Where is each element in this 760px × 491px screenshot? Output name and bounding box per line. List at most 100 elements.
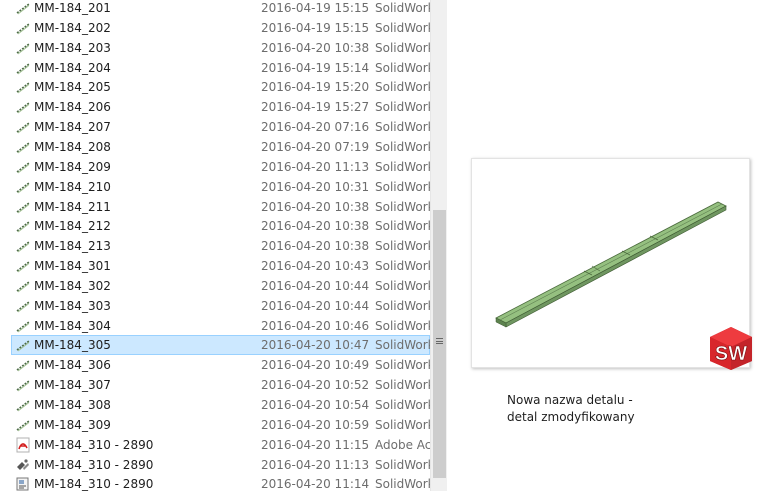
file-type: SolidWorks — [375, 259, 430, 274]
sldprt-part-icon — [15, 417, 31, 433]
file-date-modified: 2016-04-20 11:15 — [261, 437, 370, 452]
file-name: MM-184_305 — [34, 338, 111, 353]
file-row[interactable]: MM-184_205 2016-04-19 15:20 SolidWorks — [0, 77, 430, 97]
file-row[interactable]: MM-184_305 2016-04-20 10:47 SolidWorks — [0, 335, 430, 356]
file-date-modified: 2016-04-20 10:47 — [261, 338, 370, 353]
file-row[interactable]: MM-184_201 2016-04-19 15:15 SolidWorks — [0, 0, 430, 18]
slddrw-drawing-icon — [15, 476, 31, 491]
preview-thumbnail: SW — [471, 158, 752, 370]
file-type: SolidWorks — [375, 60, 430, 75]
sldprt-part-icon — [15, 99, 31, 115]
file-name: MM-184_304 — [34, 318, 111, 333]
file-row[interactable]: MM-184_212 2016-04-20 10:38 SolidWorks — [0, 216, 430, 236]
preview-caption: Nowa nazwa detalu - detal zmodyfikowany — [507, 392, 737, 426]
file-type: SolidWorks — [375, 318, 430, 333]
scrollbar-thumb[interactable] — [433, 210, 446, 478]
file-type: SolidWorks — [375, 358, 430, 373]
file-row[interactable]: MM-184_303 2016-04-20 10:44 SolidWorks — [0, 296, 430, 316]
file-date-modified: 2016-04-20 10:31 — [261, 179, 370, 194]
file-date-modified: 2016-04-19 15:14 — [261, 60, 370, 75]
file-row[interactable]: MM-184_207 2016-04-20 07:16 SolidWorks — [0, 117, 430, 137]
sldprt-part-icon — [15, 159, 31, 175]
file-row[interactable]: MM-184_210 2016-04-20 10:31 SolidWorks — [0, 177, 430, 197]
sldprt-part-icon — [15, 0, 31, 16]
file-row[interactable]: MM-184_307 2016-04-20 10:52 SolidWorks — [0, 375, 430, 395]
file-date-modified: 2016-04-20 10:43 — [261, 259, 370, 274]
sldprt-part-icon — [15, 337, 31, 353]
file-date-modified: 2016-04-19 15:27 — [261, 100, 370, 115]
file-type: SolidWorks — [375, 338, 430, 353]
part-bend-line — [499, 203, 723, 321]
file-list[interactable]: MM-184_2012016-04-19 15:15SolidWorksMM-1… — [0, 0, 430, 491]
file-row[interactable]: MM-184_211 2016-04-20 10:38 SolidWorks — [0, 197, 430, 217]
file-row[interactable]: MM-184_308 2016-04-20 10:54 SolidWorks — [0, 395, 430, 415]
file-name: MM-184_211 — [34, 199, 111, 214]
file-name: MM-184_208 — [34, 139, 111, 154]
file-date-modified: 2016-04-20 10:44 — [261, 298, 370, 313]
file-row[interactable]: MM-184_213 2016-04-20 10:38 SolidWorks — [0, 236, 430, 256]
file-type: SolidWorks — [375, 40, 430, 55]
preview-caption-line-1: Nowa nazwa detalu - — [507, 393, 633, 407]
file-row[interactable]: MM-184_304 2016-04-20 10:46 SolidWorks — [0, 316, 430, 336]
file-date-modified: 2016-04-20 10:49 — [261, 358, 370, 373]
file-name: MM-184_306 — [34, 358, 111, 373]
file-row[interactable]: MM-184_202 2016-04-19 15:15 SolidWorks — [0, 18, 430, 38]
file-name: MM-184_307 — [34, 378, 111, 393]
file-name: MM-184_202 — [34, 20, 111, 35]
file-date-modified: 2016-04-20 10:54 — [261, 398, 370, 412]
file-date-modified: 2016-04-20 10:38 — [261, 199, 370, 214]
file-name: MM-184_201 — [34, 1, 111, 15]
sldprt-part-icon — [15, 258, 31, 274]
file-type: SolidWorks — [375, 457, 430, 472]
file-type: SolidWorks — [375, 219, 430, 234]
file-name: MM-184_207 — [34, 120, 111, 135]
file-type: SolidWorks — [375, 120, 430, 135]
file-type: SolidWorks — [375, 417, 430, 432]
file-row[interactable]: MM-184_209 2016-04-20 11:13 SolidWorks — [0, 157, 430, 177]
file-row[interactable]: MM-184_208 2016-04-20 07:19 SolidWorks — [0, 137, 430, 157]
file-date-modified: 2016-04-20 11:13 — [261, 457, 370, 472]
file-date-modified: 2016-04-20 10:38 — [261, 219, 370, 234]
preview-caption-line-2: detal zmodyfikowany — [507, 410, 635, 424]
file-name: MM-184_309 — [34, 417, 111, 432]
sldprt-part-icon — [15, 20, 31, 36]
vertical-scrollbar[interactable] — [430, 0, 447, 491]
file-name: MM-184_310 - 2890 — [34, 457, 154, 472]
file-date-modified: 2016-04-20 07:19 — [261, 139, 370, 154]
file-type: SolidWorks — [375, 1, 430, 15]
file-name: MM-184_310 - 2890 — [34, 437, 154, 452]
file-row[interactable]: MM-184_203 2016-04-20 10:38 SolidWorks — [0, 38, 430, 58]
file-row[interactable]: MM-184_306 2016-04-20 10:49 SolidWorks — [0, 355, 430, 375]
file-row[interactable]: MM-184_204 2016-04-19 15:14 SolidWorks — [0, 58, 430, 78]
file-name: MM-184_302 — [34, 278, 111, 293]
file-name: MM-184_310 - 2890 — [34, 477, 154, 491]
file-type: SolidWorks — [375, 239, 430, 254]
file-date-modified: 2016-04-20 10:38 — [261, 239, 370, 254]
file-row[interactable]: MM-184_310 - 2890 2016-04-20 11:14 SolidWo… — [0, 474, 430, 491]
file-row[interactable]: MM-184_301 2016-04-20 10:43 SolidWorks — [0, 256, 430, 276]
file-date-modified: 2016-04-19 15:20 — [261, 80, 370, 95]
sldprt-part-icon — [15, 199, 31, 215]
file-type: SolidWorks — [375, 398, 430, 412]
sldprt-part-icon — [15, 377, 31, 393]
file-name: MM-184_206 — [34, 100, 111, 115]
file-row[interactable]: MM-184_310 - 2890 2016-04-20 11:13 SolidWo… — [0, 455, 430, 475]
file-date-modified: 2016-04-20 11:14 — [261, 477, 370, 491]
file-row[interactable]: MM-184_302 2016-04-20 10:44 SolidWorks — [0, 276, 430, 296]
sldprt-part-icon — [15, 40, 31, 56]
file-row[interactable]: MM-184_309 2016-04-20 10:59 SolidWorks — [0, 415, 430, 435]
file-name: MM-184_308 — [34, 398, 111, 412]
sldprt-part-icon — [15, 397, 31, 413]
sldprt-part-icon — [15, 79, 31, 95]
file-date-modified: 2016-04-20 10:46 — [261, 318, 370, 333]
file-row[interactable]: MM-184_206 2016-04-19 15:27 SolidWorks — [0, 97, 430, 117]
file-name: MM-184_205 — [34, 80, 111, 95]
svg-text:SW: SW — [715, 343, 747, 365]
file-name: MM-184_212 — [34, 219, 111, 234]
sldprt-part-icon — [15, 238, 31, 254]
file-type: SolidWorks — [375, 100, 430, 115]
sldasm-assembly-icon — [15, 457, 31, 473]
file-name: MM-184_203 — [34, 40, 111, 55]
file-row[interactable]: MM-184_310 - 2890 2016-04-20 11:15 Adobe A… — [0, 435, 430, 455]
file-date-modified: 2016-04-20 07:16 — [261, 120, 370, 135]
